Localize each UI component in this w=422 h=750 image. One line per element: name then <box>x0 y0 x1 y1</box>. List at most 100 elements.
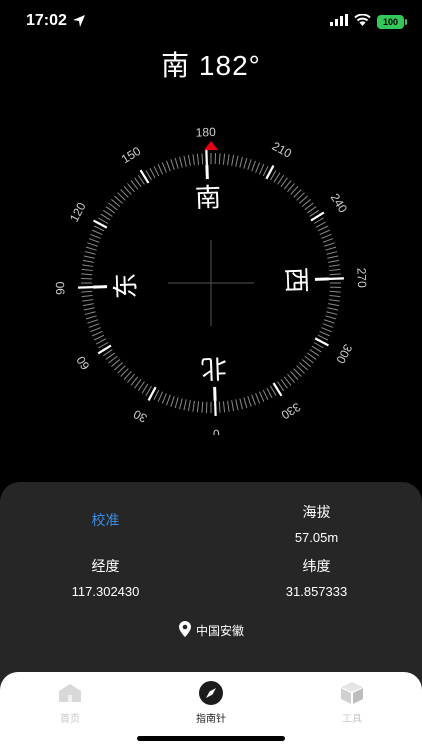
signal-icon <box>330 13 348 31</box>
calibrate-button[interactable]: 校准 <box>0 510 211 530</box>
dial-tick <box>239 156 243 168</box>
home-indicator <box>137 736 285 741</box>
battery-icon: 100 <box>377 15 407 29</box>
longitude-label: 经度 <box>91 558 120 574</box>
dial-tick <box>92 229 103 236</box>
dial-tick <box>287 373 295 383</box>
dial-tick <box>161 162 167 173</box>
dial-tick <box>183 399 187 411</box>
degree-label: 240 <box>328 191 351 216</box>
dial-tick <box>227 154 230 166</box>
degree-label: 300 <box>333 342 355 367</box>
tab-compass-label: 指南针 <box>196 714 226 725</box>
calibrate-cell[interactable]: 校准 <box>0 510 211 530</box>
dial-tick <box>306 352 317 360</box>
dial-tick <box>108 202 118 211</box>
dial-tick <box>304 355 314 364</box>
dial-tick <box>127 373 135 383</box>
dial-tick <box>262 165 269 177</box>
degree-label: 270 <box>354 267 369 288</box>
dial-tick <box>85 246 97 251</box>
latitude-value: 31.857333 <box>285 584 348 599</box>
dial-tick <box>83 307 95 311</box>
dial-tick <box>325 246 337 251</box>
dial-tick <box>88 323 100 328</box>
dial-tick <box>123 371 132 380</box>
dial-tick <box>255 393 261 404</box>
dial-tick <box>280 378 288 389</box>
dial-tick <box>214 400 217 416</box>
dial-tick <box>81 273 93 276</box>
cube-icon <box>282 680 422 706</box>
dial-tick <box>111 359 121 367</box>
dial-tick <box>111 199 121 207</box>
dial-tick <box>231 154 235 166</box>
dial-tick <box>130 376 139 386</box>
dial-tick <box>247 396 252 407</box>
dial-tick <box>329 273 341 276</box>
dial-tick <box>205 150 208 166</box>
dial-tick <box>243 397 248 409</box>
dial-tick <box>174 157 179 169</box>
dial-tick <box>251 394 256 406</box>
dial-tick <box>82 299 94 302</box>
dial-tick <box>102 209 113 217</box>
dial-tick <box>105 352 116 360</box>
dial-tick <box>218 153 221 165</box>
dial-tick <box>87 319 98 324</box>
dial-tick <box>231 400 235 412</box>
dial-tick <box>299 362 308 371</box>
altitude-cell: 海拔 57.05m <box>211 502 422 545</box>
cardinal-west: 西 <box>280 267 311 294</box>
tab-compass[interactable]: 指南针 <box>141 680 281 725</box>
dial-tick <box>201 153 204 165</box>
dial-tick <box>329 294 341 298</box>
tab-tools[interactable]: 工具 <box>282 680 422 725</box>
location-arrow-icon <box>72 14 86 33</box>
dial-tick <box>283 180 292 190</box>
dial-tick <box>283 376 292 386</box>
heading-readout: 南 182° <box>161 50 261 81</box>
dial-tick <box>90 327 101 333</box>
cardinal-east: 东 <box>111 272 142 299</box>
dial-tick <box>243 157 248 169</box>
dial-tick <box>82 259 94 263</box>
dial-tick <box>321 233 332 239</box>
dial-tick <box>95 338 107 345</box>
status-bar: 17:02 100 <box>0 0 422 44</box>
dial-tick <box>114 362 123 371</box>
dial-tick <box>251 160 256 172</box>
altitude-value: 57.05m <box>294 530 339 545</box>
dial-tick <box>324 319 335 324</box>
dial-tick <box>196 153 200 165</box>
dial-tick <box>88 238 100 243</box>
degree-label: 330 <box>278 400 303 423</box>
dial-tick <box>105 206 116 214</box>
degree-label: 150 <box>119 144 144 167</box>
dial-tick <box>85 315 97 320</box>
latitude-cell: 纬度 31.857333 <box>211 556 422 599</box>
dial-tick <box>326 311 338 315</box>
dial-tick <box>153 165 160 177</box>
dial-tick <box>82 264 94 267</box>
dial-tick <box>277 174 285 185</box>
tab-home-label: 首页 <box>60 714 80 725</box>
dial-tick <box>82 303 94 307</box>
dial-tick <box>255 162 261 173</box>
degree-label: 120 <box>67 200 89 225</box>
dial-tick <box>319 229 330 236</box>
dial-tick <box>322 238 334 243</box>
dial-tick <box>222 153 226 165</box>
degree-label: 180 <box>195 125 216 140</box>
dial-tick <box>187 154 191 166</box>
dial-tick <box>218 401 221 413</box>
dial-tick <box>328 264 340 267</box>
tab-home[interactable]: 首页 <box>0 680 140 725</box>
dial-tick <box>81 290 93 293</box>
dial-tick <box>192 400 195 412</box>
dial-tick <box>324 242 335 247</box>
dial-tick <box>141 383 149 394</box>
dial-tick <box>183 155 187 167</box>
dial-tick <box>83 255 95 259</box>
dial-tick <box>290 186 299 195</box>
